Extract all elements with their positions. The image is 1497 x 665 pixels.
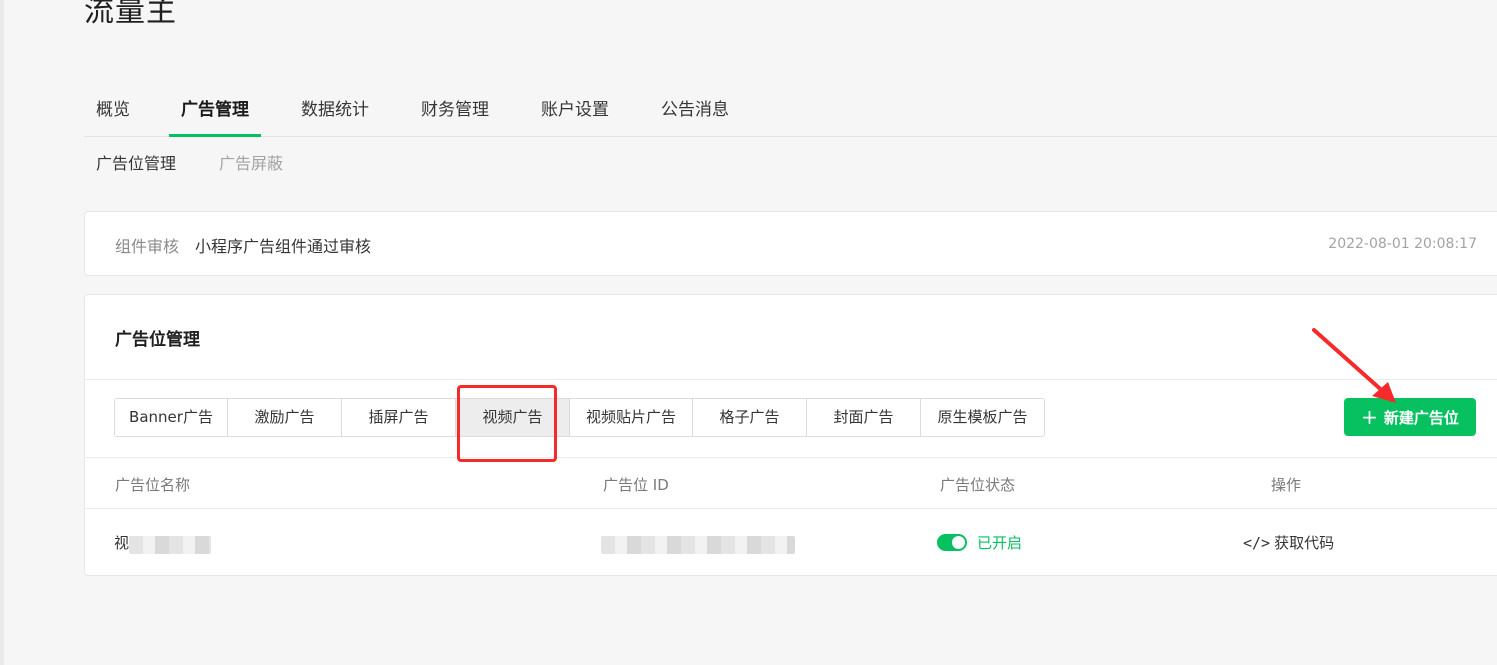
panel-title: 广告位管理 bbox=[115, 330, 200, 350]
ad-type-grid[interactable]: 格子广告 bbox=[693, 399, 807, 436]
ad-type-video-patch[interactable]: 视频贴片广告 bbox=[570, 399, 693, 436]
tab-data-statistics[interactable]: 数据统计 bbox=[301, 84, 369, 136]
app-title: 流量主 bbox=[84, 0, 177, 29]
get-code-link[interactable]: </> 获取代码 bbox=[1243, 532, 1334, 553]
table-row: 视 已开启 </> 获取代码 bbox=[85, 508, 1497, 574]
ad-type-native-template[interactable]: 原生模板广告 bbox=[921, 399, 1044, 436]
annotation-arrow bbox=[1312, 328, 1396, 403]
plus-icon: + bbox=[1361, 405, 1378, 429]
column-ad-slot-status: 广告位状态 bbox=[940, 476, 1016, 494]
code-icon: </> bbox=[1243, 533, 1271, 552]
column-ad-slot-name: 广告位名称 bbox=[115, 476, 191, 494]
create-ad-slot-label: 新建广告位 bbox=[1383, 408, 1459, 427]
ad-type-banner[interactable]: Banner广告 bbox=[115, 399, 228, 436]
panel-divider bbox=[85, 379, 1497, 380]
tab-overview[interactable]: 概览 bbox=[96, 84, 130, 136]
window-left-edge bbox=[0, 0, 4, 665]
tab-account-settings[interactable]: 账户设置 bbox=[541, 84, 609, 136]
status-label: 已开启 bbox=[977, 534, 1023, 552]
tab-ad-management[interactable]: 广告管理 bbox=[169, 84, 261, 137]
notice-label: 组件审核 bbox=[115, 237, 180, 256]
redacted-ad-slot-name bbox=[129, 536, 211, 554]
ad-slot-name-prefix: 视 bbox=[114, 534, 130, 552]
table-header: 广告位名称 广告位 ID 广告位状态 操作 bbox=[85, 457, 1497, 509]
notice-time: 2022-08-01 20:08:17 bbox=[1328, 236, 1477, 252]
status-toggle[interactable] bbox=[937, 534, 967, 551]
ad-type-interstitial[interactable]: 插屏广告 bbox=[342, 399, 456, 436]
subtab-ad-blocking[interactable]: 广告屏蔽 bbox=[219, 150, 283, 174]
notice-card: 组件审核 小程序广告组件通过审核 2022-08-01 20:08:17 bbox=[84, 211, 1497, 276]
ad-slot-panel: 广告位管理 Banner广告 激励广告 插屏广告 视频广告 视频贴片广告 格子广… bbox=[84, 294, 1497, 576]
ad-type-cover[interactable]: 封面广告 bbox=[807, 399, 921, 436]
tab-announcements[interactable]: 公告消息 bbox=[661, 84, 729, 136]
column-ad-slot-id: 广告位 ID bbox=[603, 476, 669, 494]
tab-finance-management[interactable]: 财务管理 bbox=[421, 84, 489, 136]
annotation-highlight-box bbox=[457, 385, 557, 462]
get-code-label: 获取代码 bbox=[1274, 534, 1335, 552]
ad-type-segmented-control: Banner广告 激励广告 插屏广告 视频广告 视频贴片广告 格子广告 封面广告… bbox=[114, 398, 1045, 437]
toggle-knob bbox=[952, 536, 965, 549]
subtab-ad-slot-management[interactable]: 广告位管理 bbox=[96, 150, 176, 174]
column-actions: 操作 bbox=[1271, 476, 1302, 494]
ad-type-rewarded[interactable]: 激励广告 bbox=[228, 399, 342, 436]
notice-text: 小程序广告组件通过审核 bbox=[195, 237, 372, 256]
main-nav: 概览 广告管理 数据统计 财务管理 账户设置 公告消息 bbox=[84, 84, 1497, 137]
redacted-ad-slot-id bbox=[601, 536, 795, 554]
